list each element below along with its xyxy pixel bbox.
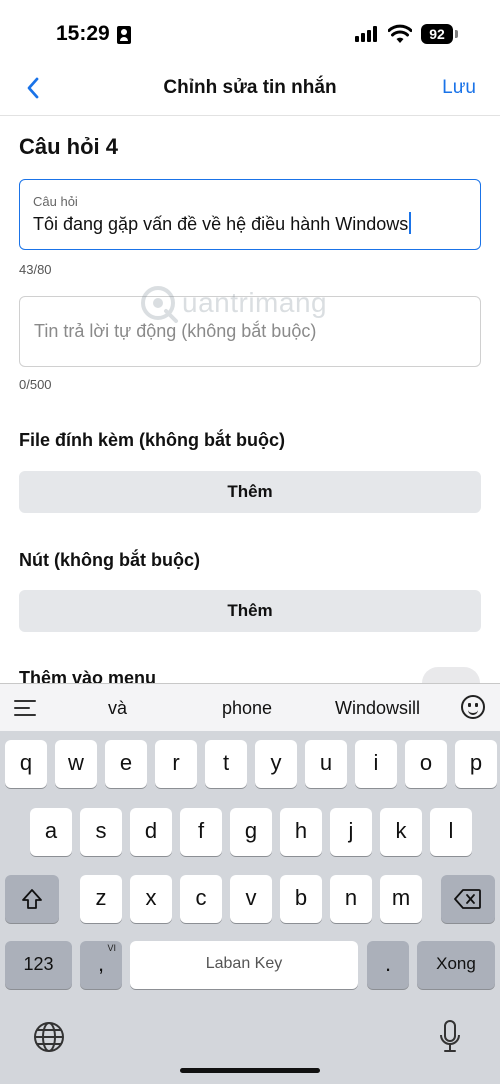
text-cursor [409,212,412,234]
key-j[interactable]: j [330,808,372,856]
key-u[interactable]: u [305,740,347,788]
key-n[interactable]: n [330,875,372,923]
key-d[interactable]: d [130,808,172,856]
question-input-value[interactable]: Tôi đang gặp vấn đề về hệ điều hành Wind… [33,214,408,235]
key-x[interactable]: x [130,875,172,923]
menu-icon[interactable] [14,700,36,716]
period-key[interactable]: . [367,941,409,989]
battery-level: 92 [421,24,453,44]
shift-icon [22,889,42,909]
key-c[interactable]: c [180,875,222,923]
key-y[interactable]: y [255,740,297,788]
key-e[interactable]: e [105,740,147,788]
key-g[interactable]: g [230,808,272,856]
comma-key[interactable]: VI , [80,941,122,989]
status-time: 15:29 [56,22,110,45]
microphone-icon[interactable] [438,1019,462,1055]
suggestion-2[interactable]: phone [222,698,272,719]
backspace-icon [454,889,481,909]
numbers-key[interactable]: 123 [5,941,72,989]
emoji-icon[interactable] [461,695,485,719]
comma-key-superscript: VI [107,943,116,953]
space-key[interactable]: Laban Key [130,941,358,989]
globe-icon[interactable] [33,1021,65,1053]
key-z[interactable]: z [80,875,122,923]
question-char-counter: 43/80 [19,262,52,277]
done-key[interactable]: Xong [417,941,495,989]
wifi-icon [388,24,412,43]
question-field[interactable]: Câu hỏi Tôi đang gặp vấn đề về hệ điều h… [19,179,481,250]
key-f[interactable]: f [180,808,222,856]
attachment-heading: File đính kèm (không bắt buộc) [19,430,286,450]
cellular-signal-icon [355,26,381,42]
key-b[interactable]: b [280,875,322,923]
section-title: Câu hỏi 4 [19,134,119,159]
key-t[interactable]: t [205,740,247,788]
key-p[interactable]: p [455,740,497,788]
shift-key[interactable] [5,875,59,923]
key-s[interactable]: s [80,808,122,856]
key-a[interactable]: a [30,808,72,856]
add-button-button[interactable]: Thêm [19,590,481,632]
watermark-text: uantrimang [182,287,328,318]
suggestion-3[interactable]: Windowsill [335,698,420,719]
key-w[interactable]: w [55,740,97,788]
contact-card-icon [117,26,131,44]
suggestion-bar: và phone Windowsill [0,683,500,731]
question-field-label: Câu hỏi [33,194,78,209]
key-m[interactable]: m [380,875,422,923]
buttons-heading: Nút (không bắt buộc) [19,550,200,570]
key-l[interactable]: l [430,808,472,856]
keyboard: và phone Windowsill q w e r t y u i o p … [0,683,500,1084]
add-attachment-button[interactable]: Thêm [19,471,481,513]
home-indicator [180,1068,320,1073]
key-i[interactable]: i [355,740,397,788]
watermark-q-icon [141,286,178,323]
save-button[interactable]: Lưu [442,77,476,99]
status-bar: 15:29 92 [0,0,500,60]
key-k[interactable]: k [380,808,422,856]
key-o[interactable]: o [405,740,447,788]
navigation-bar: Chỉnh sửa tin nhắn Lưu [0,60,500,116]
battery-tip [455,30,458,38]
auto-reply-char-counter: 0/500 [19,377,52,392]
watermark-logo: uantrimang [138,283,378,327]
page-title: Chỉnh sửa tin nhắn [163,77,337,98]
key-q[interactable]: q [5,740,47,788]
backspace-key[interactable] [441,875,495,923]
key-v[interactable]: v [230,875,272,923]
suggestion-1[interactable]: và [108,698,127,719]
key-h[interactable]: h [280,808,322,856]
key-r[interactable]: r [155,740,197,788]
comma-key-label: , [97,951,105,976]
